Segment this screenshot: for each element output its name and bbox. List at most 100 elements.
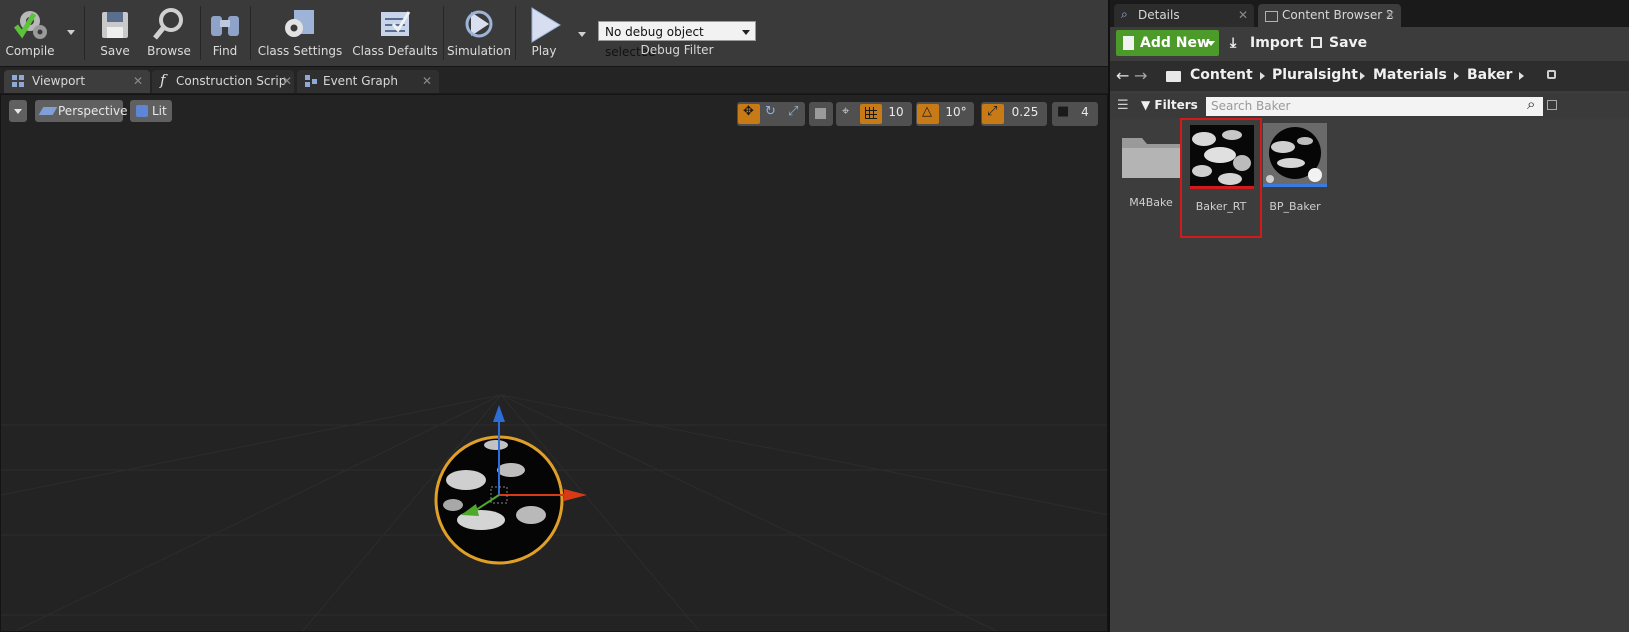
- close-icon[interactable]: ✕: [282, 70, 292, 92]
- lock-icon[interactable]: [1547, 70, 1556, 79]
- surface-snap-icon: ⌖: [842, 104, 850, 119]
- simulation-label: Simulation: [447, 44, 511, 58]
- class-settings-label: Class Settings: [257, 44, 343, 58]
- close-icon[interactable]: ✕: [133, 70, 143, 92]
- add-new-button[interactable]: Add New: [1116, 30, 1219, 56]
- grid-snap-value[interactable]: 10: [884, 105, 908, 119]
- folder-icon: [1122, 138, 1180, 178]
- breadcrumb-content[interactable]: Content: [1190, 67, 1253, 83]
- play-button[interactable]: Play: [520, 4, 568, 62]
- perspective-button[interactable]: Perspective: [35, 100, 128, 122]
- compile-icon: [14, 11, 47, 39]
- render-target-sphere[interactable]: [421, 400, 591, 570]
- class-settings-button[interactable]: Class Settings: [256, 4, 344, 62]
- editor-tab-bar: Viewport ✕ f Construction Scrip ✕ Event …: [0, 67, 1108, 93]
- back-arrow-icon[interactable]: ←: [1116, 66, 1129, 85]
- browse-button[interactable]: Browse: [140, 4, 198, 62]
- import-icon: ⤓: [1230, 35, 1237, 51]
- toolbar-divider: [515, 6, 516, 60]
- tab-event-graph[interactable]: Event Graph ✕: [297, 70, 439, 93]
- scale-mode-button[interactable]: ⤢: [783, 104, 805, 124]
- play-label: Play: [531, 44, 557, 58]
- asset-name: BP_Baker: [1269, 200, 1321, 213]
- tab-details[interactable]: ⌕ Details ✕: [1114, 4, 1254, 27]
- import-label: Import: [1250, 35, 1304, 51]
- rotate-mode-button[interactable]: ↻: [761, 104, 783, 124]
- tab-label: Construction Scrip: [176, 74, 287, 88]
- import-button[interactable]: ⤓ Import: [1230, 30, 1303, 56]
- breadcrumb-pluralsight[interactable]: Pluralsight: [1272, 67, 1358, 83]
- search-icon[interactable]: ⌕: [1527, 95, 1535, 113]
- lit-button[interactable]: Lit: [130, 100, 172, 122]
- rotation-snap-toggle[interactable]: △: [917, 104, 939, 124]
- class-defaults-button[interactable]: Class Defaults: [350, 4, 440, 62]
- coordinate-space-button[interactable]: [809, 102, 833, 126]
- funnel-icon: ▼: [1141, 98, 1151, 112]
- translate-mode-button[interactable]: ✥: [738, 104, 760, 124]
- camera-speed-button[interactable]: ■ 4: [1052, 102, 1098, 126]
- play-icon: [531, 7, 561, 43]
- debug-filter-label: Debug Filter: [640, 43, 714, 57]
- grid-snap-icon: [865, 107, 877, 119]
- content-browser-panel: ⌕ Details ✕ Content Browser 2 ✕ Add New …: [1108, 0, 1629, 632]
- tab-content-browser-2[interactable]: Content Browser 2 ✕: [1258, 4, 1401, 27]
- save-icon: [102, 12, 128, 38]
- tab-viewport[interactable]: Viewport ✕: [4, 70, 150, 93]
- toolbar-divider: [84, 6, 85, 60]
- save-search-icon[interactable]: [1547, 100, 1557, 110]
- details-icon: ⌕: [1121, 7, 1128, 21]
- camera-speed-icon: ■: [1057, 104, 1070, 119]
- scale-snap-value[interactable]: 0.25: [1007, 105, 1043, 119]
- save-icon: [1311, 37, 1322, 48]
- class-defaults-icon: [381, 11, 411, 36]
- tab-label: Details: [1138, 8, 1180, 22]
- path-bar: ← → Content Pluralsight Materials Baker: [1110, 61, 1629, 91]
- function-icon: f: [160, 71, 166, 89]
- compile-label: Compile: [5, 44, 55, 58]
- search-input[interactable]: Search Baker: [1206, 97, 1543, 116]
- play-options-dropdown-icon[interactable]: [578, 32, 586, 37]
- scale-snap-toggle[interactable]: ⤢: [982, 104, 1004, 124]
- move-icon: ✥: [743, 104, 754, 119]
- save-button[interactable]: Save: [92, 4, 138, 62]
- class-settings-icon: [285, 10, 314, 37]
- forward-arrow-icon[interactable]: →: [1134, 66, 1147, 85]
- tab-construction-script[interactable]: f Construction Scrip ✕: [152, 70, 294, 93]
- right-tab-bar: ⌕ Details ✕ Content Browser 2 ✕: [1110, 0, 1629, 27]
- breadcrumb-separator-icon: [1519, 72, 1524, 80]
- find-button[interactable]: Find: [204, 4, 246, 62]
- asset-tile-render-target[interactable]: Baker_RT: [1180, 118, 1262, 238]
- tab-label: Viewport: [32, 74, 86, 88]
- chevron-down-icon: [1207, 41, 1215, 46]
- class-defaults-label: Class Defaults: [352, 44, 438, 58]
- breadcrumb-baker[interactable]: Baker: [1467, 67, 1512, 83]
- rotation-snap-value[interactable]: 10°: [942, 105, 970, 119]
- close-icon[interactable]: ✕: [1238, 4, 1248, 26]
- surface-snap-button[interactable]: ⌖: [837, 104, 859, 124]
- debug-object-select[interactable]: No debug object selected: [598, 21, 756, 59]
- filters-button[interactable]: ▼ Filters: [1141, 98, 1198, 116]
- viewport[interactable]: Perspective Lit ✥ ↻ ⤢ ⌖ 10 △ 10° ⤢ 0.25 …: [0, 94, 1108, 632]
- simulation-icon: [465, 10, 493, 38]
- sources-panel-icon[interactable]: ☰: [1117, 98, 1129, 113]
- asset-tile-blueprint[interactable]: BP_Baker: [1260, 122, 1330, 218]
- rotation-snap-group: △ 10°: [916, 102, 974, 126]
- grid-snap-group: ⌖ 10: [836, 102, 912, 126]
- find-label: Find: [212, 44, 238, 58]
- toolbar-divider: [250, 6, 251, 60]
- breadcrumb-materials[interactable]: Materials: [1373, 67, 1447, 83]
- simulation-button[interactable]: Simulation: [447, 4, 511, 62]
- compile-button[interactable]: Compile: [4, 4, 56, 62]
- grid-snap-toggle[interactable]: [860, 104, 882, 124]
- folder-icon: [1166, 71, 1181, 82]
- world-cube-icon: [815, 108, 826, 119]
- close-icon[interactable]: ✕: [1385, 4, 1395, 26]
- viewport-options-button[interactable]: [9, 100, 27, 122]
- close-icon[interactable]: ✕: [422, 70, 432, 92]
- graph-icon: [305, 75, 317, 87]
- magnifier-icon: [153, 8, 183, 40]
- asset-tile-folder[interactable]: M4Bake: [1118, 128, 1184, 220]
- save-all-button[interactable]: Save All: [1310, 30, 1390, 77]
- transform-mode-group: ✥ ↻ ⤢: [737, 102, 805, 126]
- compile-dropdown-icon[interactable]: [67, 30, 75, 35]
